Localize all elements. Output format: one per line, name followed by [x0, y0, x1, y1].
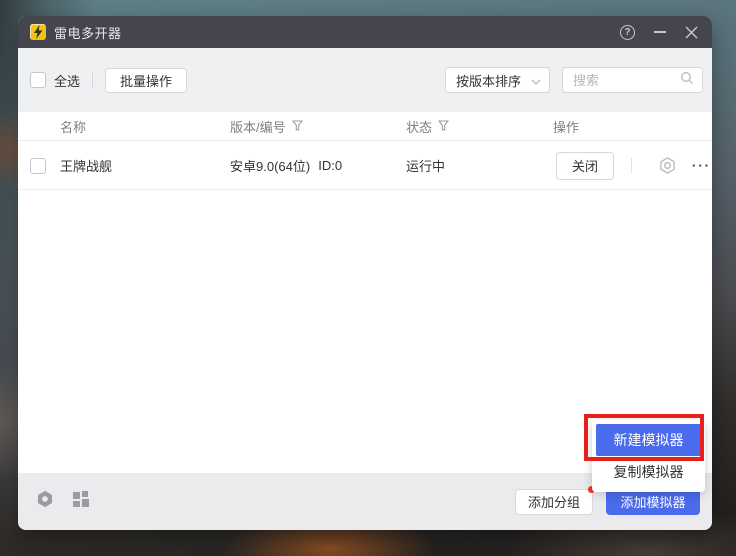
- batch-operation-button[interactable]: 批量操作: [105, 68, 187, 93]
- filter-icon[interactable]: [292, 119, 303, 134]
- column-header-name: 名称: [60, 112, 86, 141]
- instance-settings-icon[interactable]: [658, 141, 677, 190]
- app-logo-icon: [30, 24, 46, 40]
- row-checkbox[interactable]: [30, 158, 46, 174]
- settings-gear-icon[interactable]: [36, 490, 54, 513]
- more-options-icon[interactable]: ···: [692, 141, 711, 190]
- filter-icon[interactable]: [438, 119, 449, 134]
- search-icon: [680, 71, 694, 90]
- window-title: 雷电多开器: [54, 23, 122, 42]
- help-icon[interactable]: ?: [620, 25, 635, 40]
- titlebar: 雷电多开器 ?: [18, 16, 712, 48]
- annotation-highlight-box: [584, 414, 704, 461]
- chevron-down-icon: [531, 73, 541, 88]
- close-instance-button[interactable]: 关闭: [556, 152, 614, 180]
- search-box[interactable]: [562, 67, 703, 93]
- status-badge: 运行中: [406, 141, 445, 190]
- select-all-checkbox[interactable]: [30, 72, 46, 88]
- instance-id: ID:0: [318, 158, 342, 173]
- select-all-label: 全选: [54, 71, 80, 90]
- toolbar: 全选 批量操作 按版本排序: [18, 48, 712, 112]
- table-row: 王牌战舰 安卓9.0(64位) ID:0 运行中 关闭 ···: [18, 141, 712, 190]
- search-input[interactable]: [573, 73, 680, 88]
- column-header-version: 版本/编号: [230, 112, 303, 141]
- sort-dropdown-value: 按版本排序: [456, 71, 521, 90]
- grid-layout-icon[interactable]: [72, 490, 90, 513]
- instance-name: 王牌战舰: [60, 141, 112, 190]
- toolbar-divider: [92, 73, 93, 88]
- instance-version: 安卓9.0(64位) ID:0: [230, 141, 342, 190]
- add-group-button[interactable]: 添加分组: [515, 489, 593, 515]
- lightning-icon: [32, 25, 44, 39]
- sort-dropdown[interactable]: 按版本排序: [445, 67, 550, 93]
- column-header-operation: 操作: [553, 112, 579, 141]
- add-emulator-button[interactable]: 添加模拟器: [606, 488, 700, 515]
- close-icon[interactable]: [685, 26, 698, 39]
- minimize-icon[interactable]: [654, 31, 666, 33]
- column-header-status: 状态: [406, 112, 449, 141]
- table-header: 名称 版本/编号 状态 操作: [18, 112, 712, 141]
- row-divider: [631, 158, 632, 173]
